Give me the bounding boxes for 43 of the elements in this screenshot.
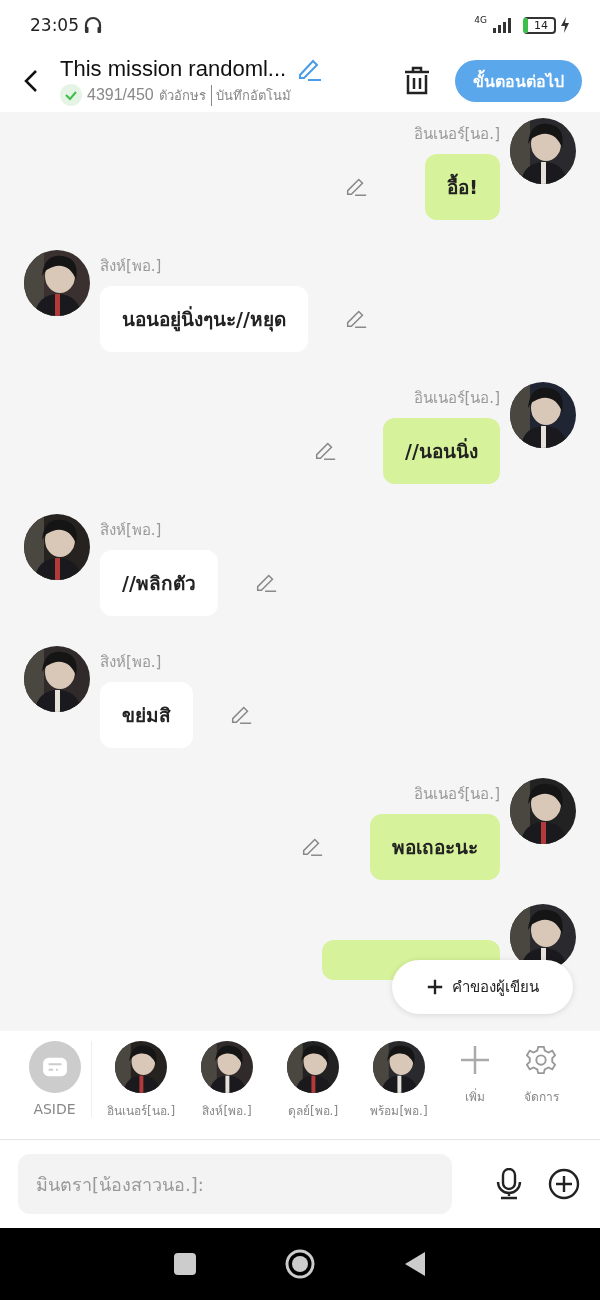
status-time: 23:05	[30, 15, 79, 35]
microphone-icon[interactable]	[496, 1168, 522, 1200]
sender-name: สิงห์[พอ.]	[100, 520, 162, 541]
message-input[interactable]: มินตรา[น้องสาวนอ.]:	[18, 1154, 452, 1214]
charging-icon	[560, 17, 570, 33]
aside-button[interactable]: ASIDE	[18, 1041, 92, 1117]
recent-apps-icon[interactable]	[174, 1253, 196, 1275]
story-title: This mission randoml...	[60, 56, 287, 82]
headphones-icon	[83, 15, 103, 35]
network-label: 4G	[474, 15, 487, 25]
plus-icon	[426, 978, 444, 996]
add-icon[interactable]	[548, 1168, 580, 1200]
sender-name: สิงห์[พอ.]	[100, 256, 162, 277]
next-step-button[interactable]: ขั้นตอนต่อไป	[455, 60, 582, 102]
sender-name: อินเนอร์[นอ.]	[413, 124, 500, 145]
character-button[interactable]: พร้อม[พอ.]	[356, 1041, 442, 1120]
sender-name: อินเนอร์[นอ.]	[413, 388, 500, 409]
message-bubble[interactable]: พอเถอะนะ	[370, 814, 500, 880]
character-button[interactable]: ดุลย์[พอ.]	[270, 1041, 356, 1120]
character-count: 4391/450	[87, 86, 154, 104]
back-icon[interactable]	[404, 1251, 426, 1277]
battery-level: 14	[523, 16, 556, 34]
message-bubble[interactable]: ขย่มสิ	[100, 682, 193, 748]
message-bubble[interactable]: อื้อ!	[425, 154, 500, 220]
aside-icon	[28, 1041, 81, 1093]
character-button[interactable]: สิงห์[พอ.]	[184, 1041, 270, 1120]
message-bubble[interactable]: //นอนนิ่ง	[383, 418, 500, 484]
sender-name: สิงห์[พอ.]	[100, 652, 162, 673]
autosave-label: บันทึกอัตโนมั	[210, 84, 291, 106]
message-bubble[interactable]: //พลิกตัว	[100, 550, 218, 616]
home-icon[interactable]	[284, 1248, 316, 1280]
manage-button[interactable]: จัดการ	[508, 1041, 574, 1106]
back-icon[interactable]	[24, 69, 38, 93]
sender-name: อินเนอร์[นอ.]	[413, 784, 500, 805]
trash-icon[interactable]	[403, 66, 431, 96]
count-unit: ตัวอักษร	[158, 86, 206, 105]
author-note-button[interactable]: คำของผู้เขียน	[392, 960, 573, 1014]
add-character-button[interactable]: เพิ่ม	[442, 1041, 508, 1106]
settings-icon	[526, 1045, 556, 1075]
message-bubble[interactable]: นอนอยู่นิ่งๆนะ//หยุด	[100, 286, 308, 352]
check-icon	[60, 84, 82, 106]
character-button[interactable]: อินเนอร์[นอ.]	[98, 1041, 184, 1120]
plus-icon	[460, 1045, 490, 1075]
